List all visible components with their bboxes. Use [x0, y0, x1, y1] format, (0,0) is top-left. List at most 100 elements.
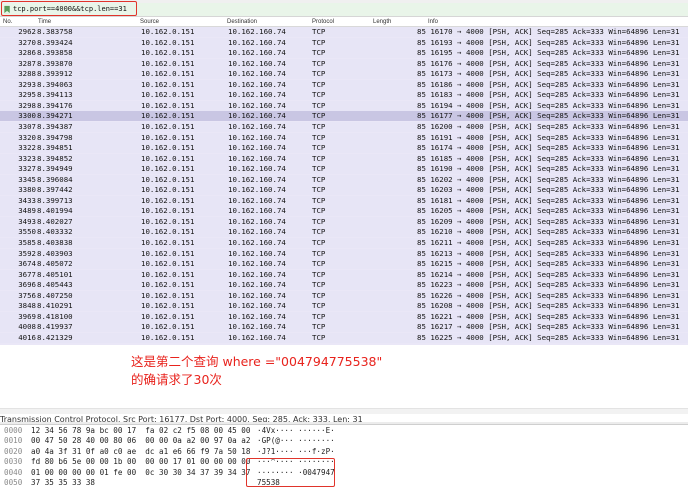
bytes-hex: 37 35 35 33 38 [31, 478, 96, 487]
packet-time: 8.393870 [37, 58, 73, 68]
column-header-destination[interactable]: Destination [227, 17, 257, 27]
bytes-offset: 0020 [4, 446, 23, 456]
bytes-row[interactable]: 0050 37 35 35 33 38 75538 [0, 478, 688, 488]
column-header-protocol[interactable]: Protocol [312, 17, 334, 27]
packet-row[interactable]: 3592 8.403903 10.162.0.151 10.162.160.74 TCP… [0, 248, 688, 259]
bytes-offset: 0030 [4, 457, 23, 467]
packet-info: 85 16202 → 4000 [PSH, ACK] Seq=285 Ack=3… [417, 174, 680, 184]
packet-row[interactable]: 3677 8.405101 10.162.0.151 10.162.160.74 TCP… [0, 269, 688, 280]
packet-protocol: TCP [312, 311, 326, 321]
packet-destination: 10.162.160.74 [228, 332, 286, 342]
bytes-offset: 0040 [4, 467, 23, 477]
packet-info: 85 16174 → 4000 [PSH, ACK] Seq=285 Ack=3… [417, 143, 680, 153]
packet-bytes-pane[interactable]: 0000 12 34 56 78 9a bc 00 17 fa 02 c2 f5 … [0, 425, 688, 500]
packet-row[interactable]: 3433 8.399713 10.162.0.151 10.162.160.74 TCP… [0, 195, 688, 206]
column-header-length[interactable]: Length [373, 17, 391, 27]
packet-destination: 10.162.160.74 [228, 195, 286, 205]
packet-row[interactable]: 3756 8.407250 10.162.0.151 10.162.160.74 TCP… [0, 290, 688, 301]
packet-row[interactable]: 3295 8.394113 10.162.0.151 10.162.160.74 TCP… [0, 90, 688, 101]
packet-destination: 10.162.160.74 [228, 269, 286, 279]
packet-row[interactable]: 3293 8.394063 10.162.0.151 10.162.160.74 TCP… [0, 79, 688, 90]
packet-protocol: TCP [312, 48, 326, 58]
packet-source: 10.162.0.151 [141, 216, 195, 226]
packet-row[interactable]: 3674 8.405072 10.162.0.151 10.162.160.74 TCP… [0, 259, 688, 270]
packet-row[interactable]: 3848 8.410291 10.162.0.151 10.162.160.74 TCP… [0, 301, 688, 312]
packet-row[interactable]: 3489 8.401994 10.162.0.151 10.162.160.74 TCP… [0, 206, 688, 217]
packet-time: 8.396084 [37, 174, 73, 184]
packet-row[interactable]: 3307 8.394387 10.162.0.151 10.162.160.74 TCP… [0, 121, 688, 132]
column-header-info[interactable]: Info [428, 17, 438, 27]
packet-row[interactable]: 3493 8.402027 10.162.0.151 10.162.160.74 TCP… [0, 216, 688, 227]
packet-destination: 10.162.160.74 [228, 238, 286, 247]
packet-source: 10.162.0.151 [141, 164, 195, 174]
packet-destination: 10.162.160.74 [228, 132, 286, 142]
bytes-ascii: ·GP(@··· ········ [257, 436, 335, 446]
packet-no: 3286 [18, 48, 36, 58]
packet-row[interactable]: 3287 8.393870 10.162.0.151 10.162.160.74 TCP… [0, 58, 688, 69]
packet-no: 3345 [18, 174, 36, 184]
packet-row[interactable]: 3550 8.403332 10.162.0.151 10.162.160.74 TCP… [0, 227, 688, 238]
packet-row[interactable]: 3320 8.394798 10.162.0.151 10.162.160.74 TCP… [0, 132, 688, 143]
packet-destination: 10.162.160.74 [228, 37, 286, 47]
packet-source: 10.162.0.151 [141, 121, 195, 131]
packet-info: 85 16211 → 4000 [PSH, ACK] Seq=285 Ack=3… [417, 238, 680, 247]
packet-protocol: TCP [312, 100, 326, 110]
bytes-row[interactable]: 0020 a0 4a 3f 31 0f a0 c0 ae dc a1 e6 66 … [0, 447, 688, 457]
bytes-row[interactable]: 0040 01 00 00 00 00 01 fe 00 0c 30 30 34 … [0, 468, 688, 478]
packet-protocol: TCP [312, 259, 326, 269]
packet-destination: 10.162.160.74 [228, 290, 286, 300]
packet-time: 8.403838 [37, 238, 73, 247]
packet-row[interactable]: 3322 8.394851 10.162.0.151 10.162.160.74 TCP… [0, 143, 688, 154]
packet-time: 8.399713 [37, 195, 73, 205]
bytes-hex: 12 34 56 78 9a bc 00 17 fa 02 c2 f5 08 0… [31, 426, 251, 435]
column-header-no[interactable]: No. [3, 17, 12, 27]
packet-source: 10.162.0.151 [141, 185, 195, 195]
packet-destination: 10.162.160.74 [228, 58, 286, 68]
packet-time: 8.394949 [37, 164, 73, 174]
packet-destination: 10.162.160.74 [228, 227, 286, 237]
packet-no: 2962 [18, 27, 36, 36]
packet-destination: 10.162.160.74 [228, 143, 286, 153]
packet-row[interactable]: 3345 8.396084 10.162.0.151 10.162.160.74 TCP… [0, 174, 688, 185]
packet-row[interactable]: 3969 8.418100 10.162.0.151 10.162.160.74 TCP… [0, 311, 688, 322]
packet-no: 3270 [18, 37, 36, 47]
packet-info: 85 16181 → 4000 [PSH, ACK] Seq=285 Ack=3… [417, 195, 680, 205]
packet-no: 3298 [18, 100, 36, 110]
packet-row[interactable]: 3286 8.393858 10.162.0.151 10.162.160.74 TCP… [0, 48, 688, 59]
column-header-source[interactable]: Source [140, 17, 159, 27]
packet-time: 8.419937 [37, 322, 73, 332]
packet-row[interactable]: 3380 8.397442 10.162.0.151 10.162.160.74 TCP… [0, 185, 688, 196]
packet-row[interactable]: 4016 8.421329 10.162.0.151 10.162.160.74 TCP… [0, 332, 688, 343]
packet-source: 10.162.0.151 [141, 238, 195, 247]
packet-time: 8.394176 [37, 100, 73, 110]
packet-no: 4016 [18, 332, 36, 342]
packet-source: 10.162.0.151 [141, 322, 195, 332]
packet-time: 8.405101 [37, 269, 73, 279]
packet-list[interactable]: 2962 8.383758 10.162.0.151 10.162.160.74 TCP… [0, 27, 688, 345]
packet-time: 8.394851 [37, 143, 73, 153]
packet-row[interactable]: 3288 8.393912 10.162.0.151 10.162.160.74 TCP… [0, 69, 688, 80]
packet-no: 3489 [18, 206, 36, 216]
packet-row[interactable]: 3323 8.394852 10.162.0.151 10.162.160.74 TCP… [0, 153, 688, 164]
packet-no: 3380 [18, 185, 36, 195]
packet-no: 3327 [18, 164, 36, 174]
packet-no: 3550 [18, 227, 36, 237]
column-header-time[interactable]: Time [38, 17, 51, 27]
packet-row[interactable]: 3270 8.393424 10.162.0.151 10.162.160.74 TCP… [0, 37, 688, 48]
packet-info: 85 16221 → 4000 [PSH, ACK] Seq=285 Ack=3… [417, 311, 680, 321]
packet-protocol: TCP [312, 174, 326, 184]
bytes-row[interactable]: 0000 12 34 56 78 9a bc 00 17 fa 02 c2 f5 … [0, 426, 688, 436]
packet-source: 10.162.0.151 [141, 301, 195, 311]
packet-row[interactable]: 4008 8.419937 10.162.0.151 10.162.160.74 TCP… [0, 322, 688, 333]
packet-protocol: TCP [312, 58, 326, 68]
packet-row[interactable]: 2962 8.383758 10.162.0.151 10.162.160.74 TCP… [0, 27, 688, 37]
packet-destination: 10.162.160.74 [228, 185, 286, 195]
packet-row[interactable]: 3298 8.394176 10.162.0.151 10.162.160.74 TCP… [0, 100, 688, 111]
packet-row[interactable]: 3327 8.394949 10.162.0.151 10.162.160.74 TCP… [0, 164, 688, 175]
packet-no: 3674 [18, 259, 36, 269]
packet-row[interactable]: 3300 8.394271 10.162.0.151 10.162.160.74 TCP… [0, 111, 688, 122]
bytes-row[interactable]: 0010 00 47 50 28 40 00 80 06 00 00 0a a2 … [0, 436, 688, 446]
bytes-row[interactable]: 0030 fd 80 b6 5e 00 00 1b 00 00 00 17 01 … [0, 457, 688, 467]
packet-row[interactable]: 3696 8.405443 10.162.0.151 10.162.160.74 TCP… [0, 280, 688, 291]
packet-row[interactable]: 3585 8.403838 10.162.0.151 10.162.160.74 TCP… [0, 238, 688, 248]
